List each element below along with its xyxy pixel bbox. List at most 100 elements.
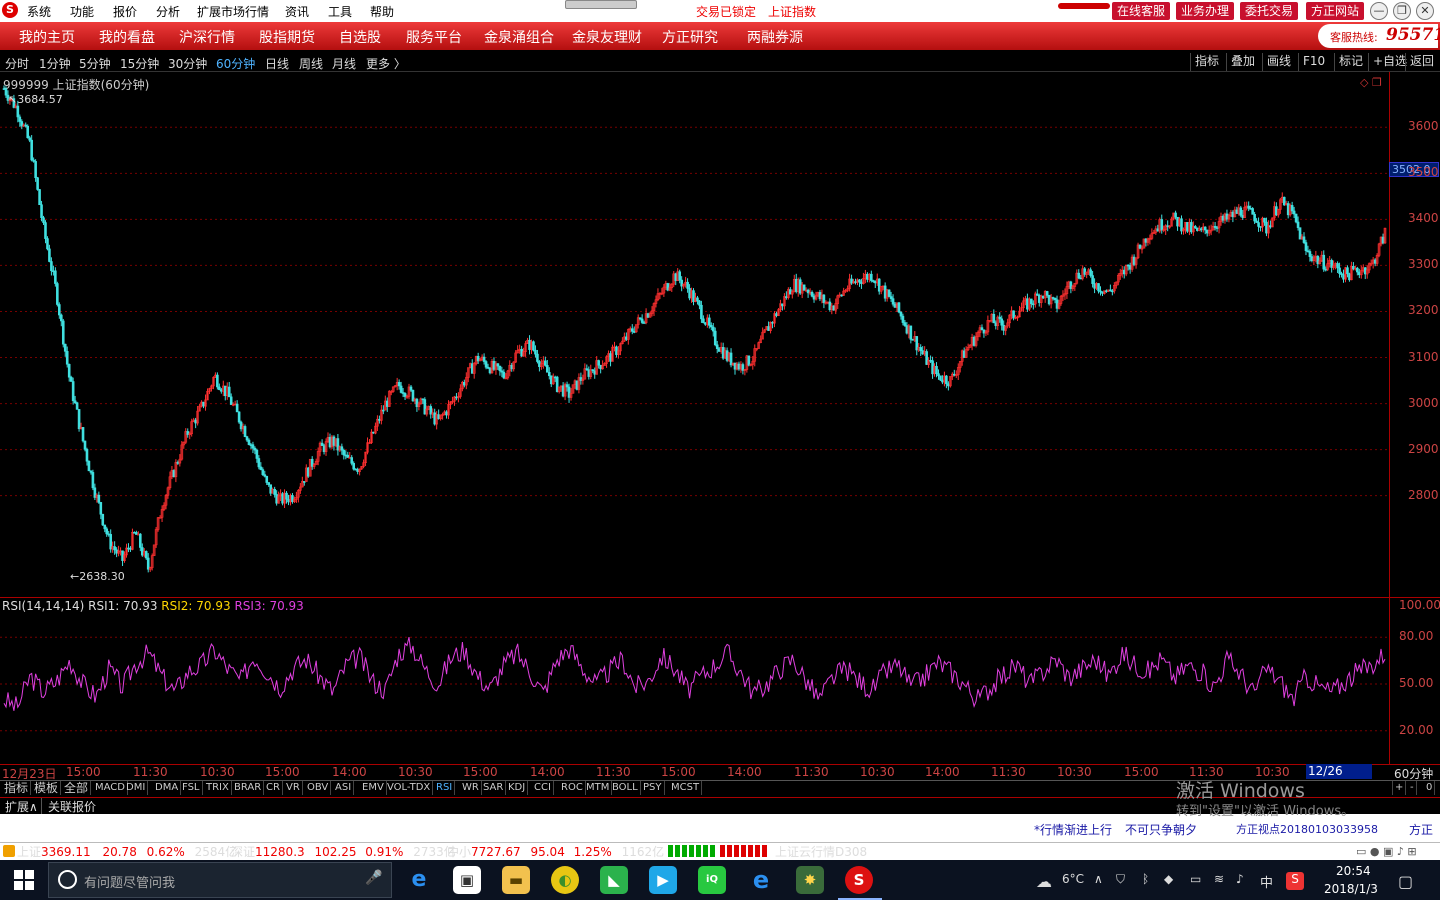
notification-icon[interactable]: ▢ xyxy=(1398,872,1413,891)
indicator-tab[interactable]: VR xyxy=(284,781,303,795)
indicator-tab[interactable]: EMV xyxy=(360,781,387,795)
weather-icon[interactable]: ☁ xyxy=(1036,872,1052,891)
volume-icon[interactable]: ♪ xyxy=(1236,872,1244,886)
status-menu-icon[interactable] xyxy=(3,845,15,857)
ticker-item[interactable]: 不可只争朝夕 xyxy=(1125,821,1197,838)
indicator-tab[interactable]: 指标 xyxy=(2,781,32,795)
sh-index-summary[interactable]: 上证3369.11 20.78 0.62% 2584亿 xyxy=(17,843,237,860)
menu-function[interactable]: 功能 xyxy=(70,3,94,20)
period-day[interactable]: 日线 xyxy=(265,55,289,72)
nav-research[interactable]: 方正研究 xyxy=(662,27,718,47)
restore-icon[interactable]: ❐ xyxy=(1393,2,1411,20)
indicator-add[interactable]: + xyxy=(1392,781,1407,795)
app-tray-icon[interactable]: ◆ xyxy=(1164,872,1173,886)
app-green-icon[interactable]: ◣ xyxy=(600,866,628,894)
tool-overlay[interactable]: 叠加 xyxy=(1226,53,1259,71)
nav-finance[interactable]: 金泉友理财 xyxy=(572,27,642,47)
tool-draw[interactable]: 画线 xyxy=(1262,53,1295,71)
nav-index-futures[interactable]: 股指期货 xyxy=(259,27,315,47)
shield-icon[interactable]: ⛉ xyxy=(1116,872,1125,887)
indicator-tab[interactable]: WR xyxy=(460,781,482,795)
store-icon[interactable]: ▣ xyxy=(453,866,481,894)
period-week[interactable]: 周线 xyxy=(299,55,323,72)
indicator-tab[interactable]: MTM xyxy=(584,781,613,795)
entrust-trade-button[interactable]: 委托交易 xyxy=(1240,2,1299,20)
menu-quote[interactable]: 报价 xyxy=(113,3,137,20)
status-tray-icons[interactable]: ▭ ● ▣ ♪ ⊞ xyxy=(1356,845,1417,858)
tool-indicator[interactable]: 指标 xyxy=(1190,53,1223,71)
related-quote-tab[interactable]: 关联报价 xyxy=(45,798,99,815)
indicator-tab[interactable]: DMA xyxy=(153,781,182,795)
indicator-tab[interactable]: RSI xyxy=(434,781,456,795)
founder-website-button[interactable]: 方正网站 xyxy=(1306,2,1365,20)
indicator-tab[interactable]: DMI xyxy=(124,781,149,795)
menu-extended-market[interactable]: 扩展市场行情 xyxy=(197,3,269,20)
period-month[interactable]: 月线 xyxy=(332,55,356,72)
menu-tools[interactable]: 工具 xyxy=(328,3,352,20)
nav-my-board[interactable]: 我的看盘 xyxy=(99,27,155,47)
ext-toggle[interactable]: 扩展∧ xyxy=(2,798,42,815)
indicator-tab[interactable]: TRIX xyxy=(204,781,232,795)
indicator-tab[interactable]: CR xyxy=(264,781,283,795)
indicator-tab[interactable]: ASI xyxy=(333,781,355,795)
opacity-slider[interactable] xyxy=(1058,3,1110,9)
nav-service-platform[interactable]: 服务平台 xyxy=(406,27,462,47)
indicator-tab[interactable]: BOLL xyxy=(610,781,641,795)
period-tick[interactable]: 分时 xyxy=(5,55,29,72)
indicator-tab[interactable]: KDJ xyxy=(506,781,529,795)
file-explorer-icon[interactable]: ▬ xyxy=(502,866,530,894)
business-button[interactable]: 业务办理 xyxy=(1176,2,1235,20)
indicator-tab[interactable]: BRAR xyxy=(232,781,265,795)
tray-expand-icon[interactable]: ∧ xyxy=(1094,872,1103,886)
ie-browser-icon[interactable]: e xyxy=(747,866,775,894)
indicator-tab[interactable]: ROC xyxy=(559,781,586,795)
tool-mark[interactable]: 标记 xyxy=(1334,53,1367,71)
period-more[interactable]: 更多 〉 xyxy=(366,55,406,72)
indicator-tab[interactable]: CCI xyxy=(532,781,554,795)
indicator-tab[interactable]: VOL-TDX xyxy=(385,781,434,795)
app-tree-icon[interactable]: ✸ xyxy=(796,866,824,894)
nav-hs-market[interactable]: 沪深行情 xyxy=(179,27,235,47)
wifi-icon[interactable]: ≋ xyxy=(1214,872,1224,886)
online-service-button[interactable]: 在线客服 xyxy=(1112,2,1171,20)
tool-f10[interactable]: F10 xyxy=(1298,53,1329,71)
indicator-tab[interactable]: FSL xyxy=(180,781,203,795)
windows-start-icon[interactable] xyxy=(14,870,34,890)
minimize-icon[interactable]: — xyxy=(1370,2,1388,20)
title-drag-handle[interactable] xyxy=(565,0,637,9)
indicator-tab[interactable]: OBV xyxy=(305,781,332,795)
indicator-tab[interactable]: 模板 xyxy=(32,781,62,795)
edge-browser-icon[interactable]: e xyxy=(405,866,433,894)
period-30min[interactable]: 30分钟 xyxy=(168,55,207,72)
period-5min[interactable]: 5分钟 xyxy=(79,55,111,72)
app-360-icon[interactable]: ◐ xyxy=(551,866,579,894)
ime-indicator[interactable]: 中 xyxy=(1260,872,1273,891)
sz-index-summary[interactable]: 深证11280.3 102.25 0.91% 2733亿 xyxy=(231,843,456,860)
menu-analysis[interactable]: 分析 xyxy=(156,3,180,20)
zx-index-summary[interactable]: 中小7727.67 95.04 1.25% 1162亿 xyxy=(447,843,664,860)
nav-portfolio[interactable]: 金泉涌组合 xyxy=(484,27,554,47)
network-icon[interactable]: ▭ xyxy=(1190,872,1201,886)
indicator-reset[interactable]: 0 xyxy=(1424,781,1436,795)
founder-app-icon[interactable]: S xyxy=(845,866,873,894)
period-1min[interactable]: 1分钟 xyxy=(39,55,71,72)
tool-back[interactable]: 返回 xyxy=(1405,53,1438,71)
ticker-item[interactable]: 方正视点20180103033958 xyxy=(1236,821,1378,837)
clock-time[interactable]: 20:54 xyxy=(1336,864,1371,878)
menu-info[interactable]: 资讯 xyxy=(285,3,309,20)
indicator-tab[interactable]: SAR xyxy=(481,781,507,795)
ticker-item[interactable]: *行情渐进上行 xyxy=(1034,821,1112,838)
sogou-ime-icon[interactable]: S xyxy=(1286,872,1304,890)
clock-date[interactable]: 2018/1/3 xyxy=(1324,882,1378,896)
close-icon[interactable]: ✕ xyxy=(1416,2,1434,20)
microphone-icon[interactable]: 🎤 xyxy=(365,870,382,886)
indicator-remove[interactable]: - xyxy=(1408,781,1417,795)
menu-help[interactable]: 帮助 xyxy=(370,3,394,20)
period-15min[interactable]: 15分钟 xyxy=(120,55,159,72)
nav-watchlist[interactable]: 自选股 xyxy=(339,27,381,47)
bluetooth-icon[interactable]: ᛒ xyxy=(1142,872,1149,886)
indicator-tab[interactable]: PSY xyxy=(641,781,665,795)
menu-system[interactable]: 系统 xyxy=(27,3,51,20)
period-60min[interactable]: 60分钟 xyxy=(216,55,255,72)
indicator-tab[interactable]: 全部 xyxy=(62,781,92,795)
